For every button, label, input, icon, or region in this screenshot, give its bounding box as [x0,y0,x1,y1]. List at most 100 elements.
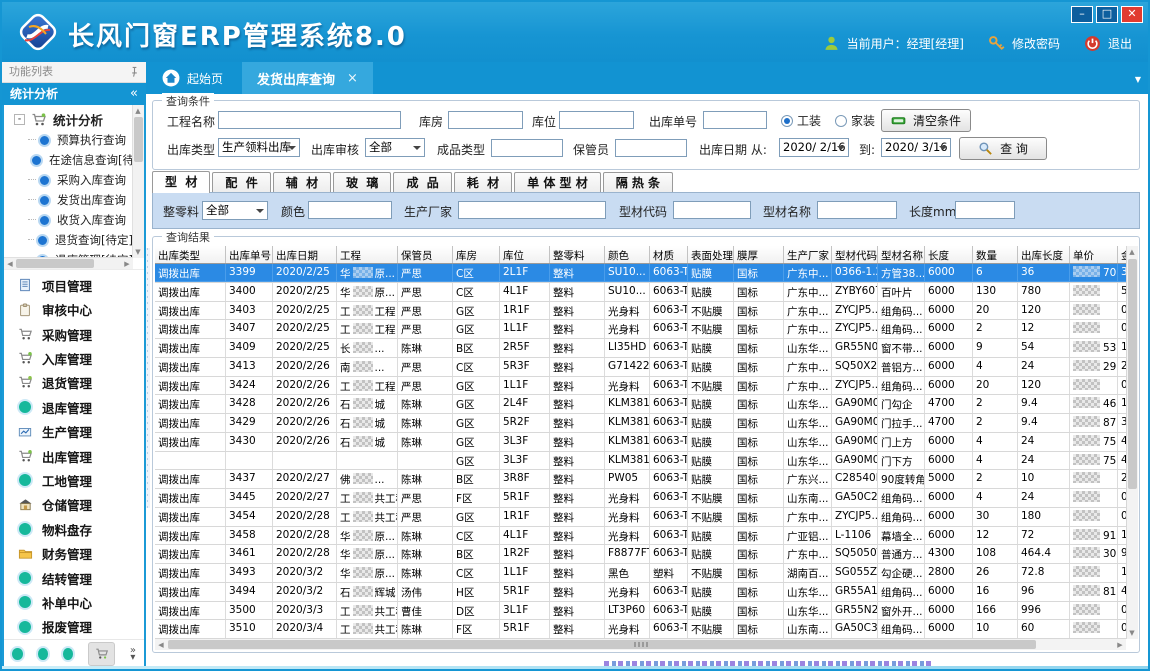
date-to-picker[interactable]: 2020/ 3/16 [881,138,951,157]
radio-jiazhuang[interactable]: 家装 [835,112,875,129]
material-tab-2[interactable]: 配 件 [212,172,270,193]
material-tab-3[interactable]: 辅 材 [273,172,331,193]
search-button[interactable]: 查 询 [959,137,1047,160]
clear-conditions-button[interactable]: 清空条件 [881,109,971,132]
column-header[interactable]: 库房 [453,246,500,263]
table-row[interactable]: 调拨出库35102020/3/4工共工程陈琳F区5R1F整料光身料6063-T5… [155,620,1126,639]
table-row[interactable]: 调拨出库34282020/2/26石城陈琳G区2L4F整料KLM38176063… [155,395,1126,414]
cart-toolbar-button[interactable] [88,642,114,666]
column-header[interactable]: 出库单号 [226,246,273,263]
sidebar-item-仓储管理[interactable]: 仓储管理 [4,493,144,517]
sidebar-item-补单中心[interactable]: 补单中心 [4,590,144,614]
tab-list-chevron-icon[interactable]: ▼ [1135,75,1141,84]
tab-close-icon[interactable]: × [347,71,358,86]
tree-root-item[interactable]: - 统计分析 [4,109,133,130]
sidebar-item-项目管理[interactable]: 项目管理 [4,273,144,297]
material-tab-6[interactable]: 耗 材 [454,172,512,193]
table-row[interactable]: 调拨出库34302020/2/26石城陈琳G区3L3F整料KLM38176063… [155,433,1126,452]
radio-gongzhuang[interactable]: 工装 [781,112,821,129]
material-tab-4[interactable]: 玻 璃 [333,172,391,193]
tree-item[interactable]: 预算执行查询 [4,130,133,150]
column-header[interactable]: 型材名称 [878,246,925,263]
dot-icon[interactable] [63,648,73,660]
table-horizontal-scrollbar[interactable]: ◀ ▶ [155,638,1126,650]
tree-vertical-scrollbar[interactable]: ▲ ▼ [132,105,144,258]
splitter-handle[interactable] [146,248,150,508]
column-header[interactable]: 表面处理 [688,246,734,263]
sidebar-item-报废管理[interactable]: 报废管理 [4,615,144,639]
minimize-button[interactable]: – [1071,6,1093,23]
sidebar-item-审核中心[interactable]: 审核中心 [4,297,144,321]
column-header[interactable]: 生产厂家 [784,246,832,263]
dot-icon[interactable] [38,648,48,660]
material-tab-7[interactable]: 单 体 型 材 [514,172,601,193]
tree-horizontal-scrollbar[interactable]: ◀ ▶ [4,257,133,269]
outbound-type-select[interactable]: 生产领料出库 [218,138,300,157]
dot-icon[interactable] [12,648,22,660]
column-header[interactable]: 整零料 [550,246,605,263]
table-row[interactable]: 调拨出库34092020/2/25长...陈琳B区2R5F整料LI35HD606… [155,339,1126,358]
tree-item[interactable]: 收货入库查询 [4,210,133,230]
column-header[interactable]: 出库长度 [1018,246,1070,263]
table-row[interactable]: 调拨出库34452020/2/27工共工程严思F区5R1F整料光身料6063-T… [155,489,1126,508]
table-row[interactable]: 调拨出库34582020/2/28华原...陈琳C区4L1F整料光身料6063-… [155,527,1126,546]
table-row[interactable]: G区3L3F整料KLM38176063-T5贴膜国标山东华...GA90M09.… [155,452,1126,471]
location-input[interactable] [559,111,634,129]
column-header[interactable]: 保管员 [398,246,453,263]
tree-item[interactable]: 在途信息查询[待 [4,150,133,170]
table-row[interactable]: 调拨出库34942020/3/2石辉城汤伟H区5R1F整料光身料6063-T5贴… [155,583,1126,602]
column-header[interactable]: 工程 [337,246,398,263]
tree-item[interactable]: 发货出库查询 [4,190,133,210]
keeper-input[interactable] [615,139,687,157]
table-row[interactable]: 调拨出库34132020/2/26南...严思C区5R3F整料G71422606… [155,358,1126,377]
profile-name-input[interactable] [817,201,897,219]
column-header[interactable]: 膜厚 [734,246,784,263]
table-row[interactable]: 调拨出库34372020/2/27佛...陈琳B区3R8F整料PW056063-… [155,470,1126,489]
change-password-link[interactable]: 修改密码 [1012,35,1060,52]
sidebar-item-物料盘存[interactable]: 物料盘存 [4,517,144,541]
manufacturer-input[interactable] [458,201,606,219]
table-row[interactable]: 调拨出库34612020/2/28华原...陈琳B区1R2F整料F8877FT6… [155,545,1126,564]
profile-code-input[interactable] [673,201,751,219]
tree-expander-icon[interactable]: - [14,114,25,125]
tab-active[interactable]: 发货出库查询 × [242,62,373,94]
sidebar-item-退货管理[interactable]: 退货管理 [4,371,144,395]
length-input[interactable] [955,201,1015,219]
overflow-chevron-icon[interactable]: »▾ [130,647,136,661]
color-input[interactable] [308,201,392,219]
column-header[interactable]: 金 [1118,246,1126,263]
sidebar-item-出库管理[interactable]: 出库管理 [4,444,144,468]
tree-item[interactable]: 采购入库查询 [4,170,133,190]
audit-select[interactable]: 全部 [365,138,425,157]
sidebar-item-退库管理[interactable]: 退库管理 [4,395,144,419]
table-row[interactable]: 调拨出库33992020/2/25华原...严思C区2L1F整料SU10...6… [155,264,1126,283]
sidebar-item-采购管理[interactable]: 采购管理 [4,322,144,346]
material-tab-8[interactable]: 隔 热 条 [603,172,673,193]
material-tab-5[interactable]: 成 品 [393,172,451,193]
column-header[interactable]: 出库类型 [155,246,226,263]
column-header[interactable]: 材质 [650,246,688,263]
pin-icon[interactable] [129,66,140,78]
tree-item[interactable]: 退货查询[待定] [4,230,133,250]
table-row[interactable]: 调拨出库35002020/3/3工共工程曹佳D区3L1F整料LT3P606063… [155,602,1126,621]
column-header[interactable]: 出库日期 [273,246,337,263]
sidebar-item-财务管理[interactable]: 财务管理 [4,541,144,565]
table-row[interactable]: 调拨出库34542020/2/28工共工程严思G区1R1F整料光身料6063-T… [155,508,1126,527]
whole-part-select[interactable]: 全部 [202,201,268,220]
column-header[interactable]: 型材代码 [832,246,878,263]
product-type-input[interactable] [491,139,563,157]
table-row[interactable]: 调拨出库34072020/2/25工工程严思G区1L1F整料光身料6063-T5… [155,320,1126,339]
logout-link[interactable]: 退出 [1108,35,1132,52]
table-row[interactable]: 调拨出库34932020/3/2华原...陈琳C区1L1F整料黑色塑料不贴膜国标… [155,564,1126,583]
date-from-picker[interactable]: 2020/ 2/16 [779,138,849,157]
maximize-button[interactable]: □ [1096,6,1118,23]
order-no-input[interactable] [703,111,767,129]
column-header[interactable]: 单价 [1070,246,1118,263]
column-header[interactable]: 数量 [973,246,1018,263]
table-row[interactable]: 调拨出库34242020/2/26工工程严思G区1L1F整料光身料6063-T5… [155,377,1126,396]
sidebar-item-工地管理[interactable]: 工地管理 [4,468,144,492]
close-button[interactable]: ✕ [1121,6,1143,23]
collapse-icon[interactable]: « [130,83,138,105]
sidebar-item-结转管理[interactable]: 结转管理 [4,566,144,590]
sidebar-item-入库管理[interactable]: 入库管理 [4,346,144,370]
